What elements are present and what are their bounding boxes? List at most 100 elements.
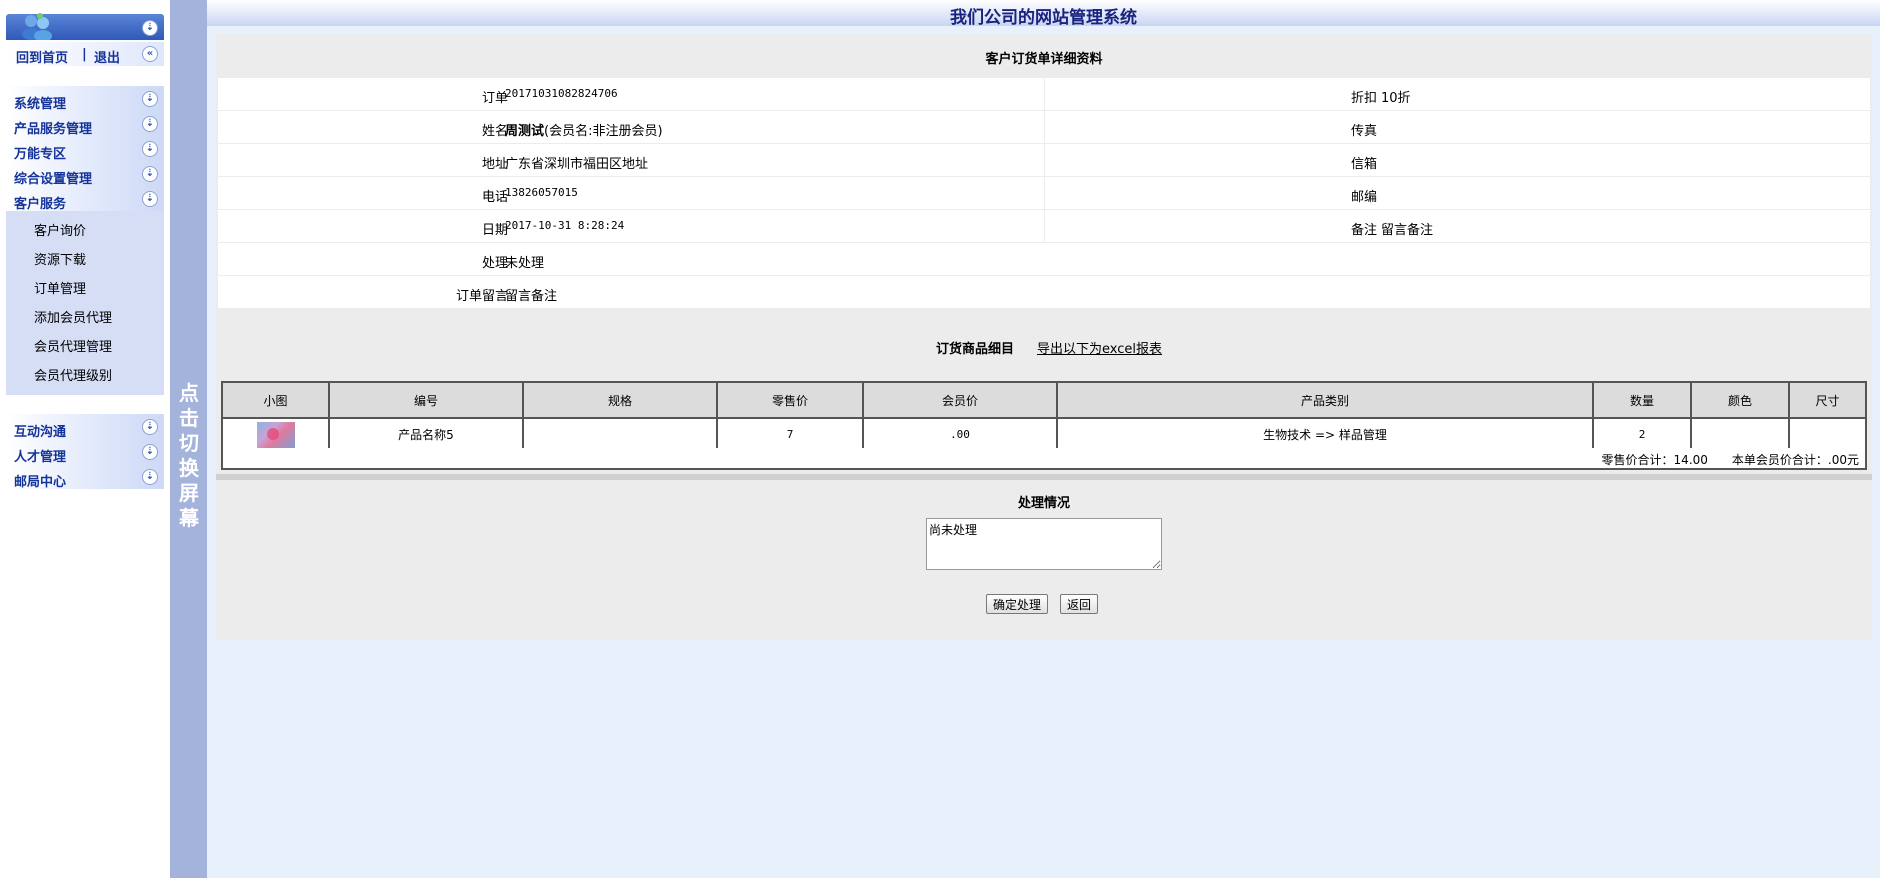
customer-name: 周测试 [505, 124, 545, 139]
menu-interaction[interactable]: 互动沟通 ⇣ [6, 414, 164, 440]
home-link[interactable]: 回到首页 [16, 47, 68, 66]
order-detail-panel: 客户订货单详细资料 订单 20171031082824706 折扣 10折 姓名… [216, 34, 1872, 640]
chevron-down-icon[interactable]: ⇣ [142, 419, 158, 435]
quantity: 2 [1592, 417, 1692, 452]
menu-label: 综合设置管理 [14, 172, 93, 187]
column-divider [1044, 78, 1045, 110]
remark-value: 留言备注 [1381, 223, 1434, 238]
col-thumbnail: 小图 [221, 381, 330, 419]
product-size [1788, 417, 1867, 452]
product-name: 产品名称5 [328, 417, 524, 452]
menu-group-bottom: 互动沟通 ⇣ 人才管理 ⇣ 邮局中心 ⇣ [6, 414, 164, 490]
column-divider [1044, 210, 1045, 242]
phone-value: 13826057015 [505, 186, 578, 199]
product-color [1690, 417, 1790, 452]
chevron-down-icon[interactable]: ⇣ [142, 444, 158, 460]
column-divider [1044, 177, 1045, 209]
items-table: 小图 编号 规格 零售价 会员价 产品类别 数量 颜色 尺寸 产品名称5 7 .… [221, 381, 1867, 452]
info-row: 地址 广东省深圳市福田区地址 信箱 [218, 144, 1870, 177]
info-row: 日期 2017-10-31 8:28:24 备注 留言备注 [218, 210, 1870, 243]
items-title: 订货商品细目 [936, 342, 1015, 357]
product-category: 生物技术 => 样品管理 [1056, 417, 1594, 452]
order-message-label: 订单留言 [455, 289, 508, 304]
section-divider [216, 474, 1872, 480]
thumbnail-cell [221, 417, 330, 452]
menu-system[interactable]: 系统管理 ⇣ [6, 86, 164, 112]
processing-textarea[interactable]: 尚未处理 [926, 518, 1162, 570]
chevron-down-icon[interactable]: ⇣ [142, 166, 158, 182]
page-title: 我们公司的网站管理系统 [950, 8, 1137, 28]
email-label: 信箱 [1350, 157, 1377, 172]
collapse-all-icon[interactable]: ⇣ [142, 20, 158, 36]
submenu-item-inquiry[interactable]: 客户询价 [6, 217, 164, 246]
zip-label: 邮编 [1350, 190, 1377, 205]
submenu-item-agent-levels[interactable]: 会员代理级别 [6, 362, 164, 391]
chevron-down-icon[interactable]: ⇣ [142, 191, 158, 207]
info-row: 姓名 周测试(会员名:非注册会员) 传真 [218, 111, 1870, 144]
submenu-item-agent-manage[interactable]: 会员代理管理 [6, 333, 164, 362]
sidebar: ⇣ 回到首页 | 退出 « 系统管理 ⇣ 产品服务管理 ⇣ 万能专区 ⇣ 综合设… [0, 0, 170, 878]
col-spec: 规格 [522, 381, 718, 419]
processing-title: 处理情况 [1017, 496, 1070, 511]
address-value: 广东省深圳市福田区地址 [505, 157, 649, 172]
menu-label: 人才管理 [14, 450, 67, 465]
date-value: 2017-10-31 8:28:24 [505, 219, 625, 232]
order-info-table: 订单 20171031082824706 折扣 10折 姓名 周测试(会员名:非… [218, 78, 1870, 309]
confirm-process-button[interactable]: 确定处理 [986, 594, 1049, 614]
product-spec [522, 417, 718, 452]
menu-label: 互动沟通 [14, 425, 67, 440]
menu-mail[interactable]: 邮局中心 ⇣ [6, 464, 164, 490]
info-row: 电话 13826057015 邮编 [218, 177, 1870, 210]
remark-label: 备注 [1350, 223, 1377, 238]
users-logo-icon [22, 13, 52, 40]
submenu-item-downloads[interactable]: 资源下载 [6, 246, 164, 275]
col-retail-price: 零售价 [716, 381, 864, 419]
home-bar: 回到首页 | 退出 « [6, 42, 164, 66]
col-color: 颜色 [1690, 381, 1790, 419]
col-code: 编号 [328, 381, 524, 419]
menu-group-main: 系统管理 ⇣ 产品服务管理 ⇣ 万能专区 ⇣ 综合设置管理 ⇣ 客户服务 ⇣ 客… [6, 86, 164, 395]
order-detail-title: 客户订货单详细资料 [985, 52, 1103, 67]
product-thumbnail[interactable] [256, 421, 295, 448]
page-header: 我们公司的网站管理系统 [207, 0, 1880, 28]
link-separator: | [82, 47, 87, 62]
submenu-item-add-agent[interactable]: 添加会员代理 [6, 304, 164, 333]
info-row: 处理 未处理 [218, 243, 1870, 276]
order-message-value: 留言备注 [505, 289, 558, 304]
col-category: 产品类别 [1056, 381, 1594, 419]
col-member-price: 会员价 [862, 381, 1058, 419]
chevron-down-icon[interactable]: ⇣ [142, 116, 158, 132]
name-value: 周测试(会员名:非注册会员) [505, 120, 663, 139]
retail-price: 7 [716, 417, 864, 452]
info-row: 订单留言 留言备注 [218, 276, 1870, 309]
chevron-down-icon[interactable]: ⇣ [142, 141, 158, 157]
chevron-down-icon[interactable]: ⇣ [142, 91, 158, 107]
collapse-sidebar-icon[interactable]: « [142, 46, 158, 62]
column-divider [1044, 144, 1045, 176]
menu-product-service[interactable]: 产品服务管理 ⇣ [6, 111, 164, 137]
menu-customer-service[interactable]: 客户服务 ⇣ [6, 186, 164, 212]
back-button[interactable]: 返回 [1060, 594, 1099, 614]
logout-link[interactable]: 退出 [94, 47, 120, 66]
toggle-screen-label: 点击切换屏幕 [179, 381, 199, 530]
menu-universal[interactable]: 万能专区 ⇣ [6, 136, 164, 162]
info-row: 订单 20171031082824706 折扣 10折 [218, 78, 1870, 111]
col-size: 尺寸 [1788, 381, 1867, 419]
discount-value: 10折 [1381, 91, 1411, 106]
totals-text: 零售价合计：14.00 本单会员价合计：.00元 [1601, 453, 1859, 467]
status-value: 未处理 [505, 256, 545, 271]
toggle-screen-strip[interactable]: 点击切换屏幕 [170, 0, 207, 878]
chevron-down-icon[interactable]: ⇣ [142, 469, 158, 485]
table-row: 产品名称5 7 .00 生物技术 => 样品管理 2 [221, 417, 1867, 452]
col-quantity: 数量 [1592, 381, 1692, 419]
menu-talent[interactable]: 人才管理 ⇣ [6, 439, 164, 465]
submenu-item-orders[interactable]: 订单管理 [6, 275, 164, 304]
menu-label: 邮局中心 [14, 475, 67, 490]
export-excel-link[interactable]: 导出以下为excel报表 [1037, 338, 1162, 357]
menu-settings[interactable]: 综合设置管理 ⇣ [6, 161, 164, 187]
menu-label: 万能专区 [14, 147, 67, 162]
menu-label: 产品服务管理 [14, 122, 93, 137]
column-divider [1044, 111, 1045, 143]
member-price: .00 [862, 417, 1058, 452]
totals-row: 零售价合计：14.00 本单会员价合计：.00元 [221, 448, 1867, 470]
